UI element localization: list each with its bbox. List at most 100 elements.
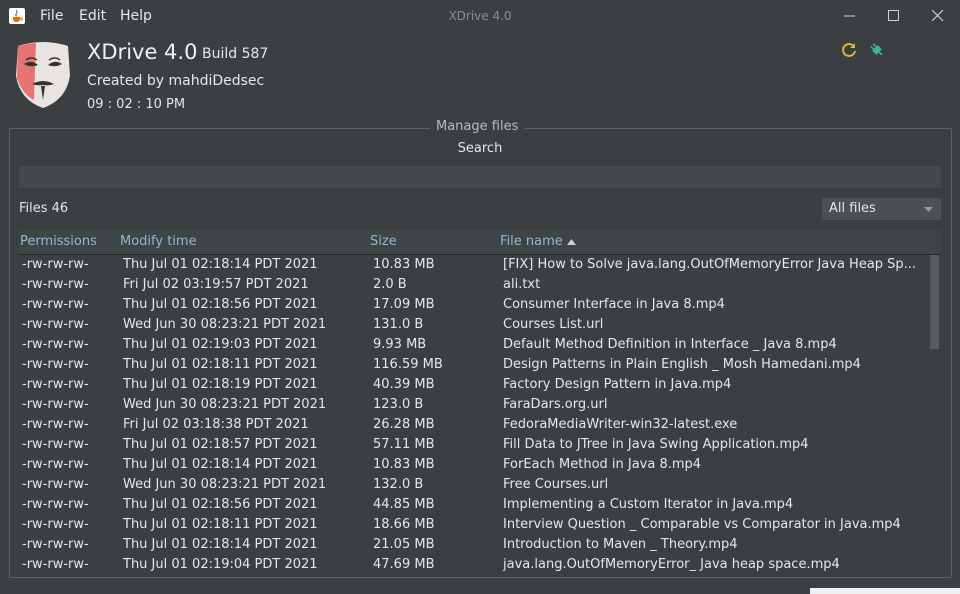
cell-permissions: -rw-rw-rw- <box>22 537 89 552</box>
cell-permissions: -rw-rw-rw- <box>22 357 89 372</box>
table-row[interactable]: -rw-rw-rw- Thu Jul 01 02:18:56 PDT 2021 17… <box>19 295 929 315</box>
vertical-scrollbar[interactable] <box>929 255 941 574</box>
window-edge <box>810 588 960 594</box>
cell-modify-time: Wed Jun 30 08:23:21 PDT 2021 <box>123 477 327 492</box>
cell-permissions: -rw-rw-rw- <box>22 457 89 472</box>
cell-modify-time: Fri Jul 02 03:18:38 PDT 2021 <box>123 417 309 432</box>
table-row[interactable]: -rw-rw-rw- Wed Jun 30 08:23:21 PDT 2021 12… <box>19 395 929 415</box>
cell-permissions: -rw-rw-rw- <box>22 257 89 272</box>
cell-permissions: -rw-rw-rw- <box>22 437 89 452</box>
cell-file-name: Interview Question _ Comparable vs Compa… <box>503 517 901 532</box>
table-row[interactable]: -rw-rw-rw- Thu Jul 01 02:18:57 PDT 2021 57… <box>19 435 929 455</box>
cell-size: 123.0 B <box>373 397 424 412</box>
cell-permissions: -rw-rw-rw- <box>22 417 89 432</box>
cell-modify-time: Thu Jul 01 02:18:56 PDT 2021 <box>123 297 318 312</box>
cell-file-name: Fill Data to JTree in Java Swing Applica… <box>503 437 809 452</box>
table-row[interactable]: -rw-rw-rw- Wed Jun 30 08:23:21 PDT 2021 13… <box>19 475 929 495</box>
cell-size: 116.59 MB <box>373 357 443 372</box>
cell-modify-time: Thu Jul 01 02:18:57 PDT 2021 <box>123 437 318 452</box>
column-file-name[interactable]: File name <box>500 234 576 249</box>
maximize-icon <box>888 10 899 21</box>
minimize-button[interactable] <box>828 0 872 32</box>
cell-permissions: -rw-rw-rw- <box>22 497 89 512</box>
cell-size: 40.39 MB <box>373 377 435 392</box>
cell-file-name: Free Courses.url <box>503 477 609 492</box>
cell-modify-time: Thu Jul 01 02:18:56 PDT 2021 <box>123 497 318 512</box>
table-row[interactable]: -rw-rw-rw- Thu Jul 01 02:19:03 PDT 2021 9.… <box>19 335 929 355</box>
cell-file-name: Introduction to Maven _ Theory.mp4 <box>503 537 738 552</box>
title-bar: File Edit Help XDrive 4.0 <box>0 0 960 32</box>
cell-permissions: -rw-rw-rw- <box>22 317 89 332</box>
file-filter-value: All files <box>829 201 876 216</box>
minimize-icon <box>844 15 855 17</box>
cell-permissions: -rw-rw-rw- <box>22 377 89 392</box>
column-size[interactable]: Size <box>370 234 397 249</box>
file-filter-dropdown[interactable]: All files <box>822 198 941 220</box>
table-row[interactable]: -rw-rw-rw- Fri Jul 02 03:18:38 PDT 2021 26… <box>19 415 929 435</box>
maximize-button[interactable] <box>872 0 916 32</box>
cell-file-name: Factory Design Pattern in Java.mp4 <box>503 377 732 392</box>
close-button[interactable] <box>916 0 960 32</box>
cell-modify-time: Fri Jul 02 03:19:57 PDT 2021 <box>123 277 309 292</box>
build-number: Build 587 <box>202 46 269 62</box>
cell-permissions: -rw-rw-rw- <box>22 397 89 412</box>
cell-permissions: -rw-rw-rw- <box>22 557 89 572</box>
cell-modify-time: Thu Jul 01 02:18:19 PDT 2021 <box>123 377 318 392</box>
cell-modify-time: Thu Jul 01 02:18:14 PDT 2021 <box>123 537 318 552</box>
search-input[interactable] <box>19 166 941 188</box>
table-row[interactable]: -rw-rw-rw- Thu Jul 01 02:18:19 PDT 2021 40… <box>19 375 929 395</box>
cell-size: 26.28 MB <box>373 417 435 432</box>
cell-file-name: FaraDars.org.url <box>503 397 608 412</box>
table-row[interactable]: -rw-rw-rw- Thu Jul 01 02:18:11 PDT 2021 11… <box>19 355 929 375</box>
window-title: XDrive 4.0 <box>448 9 512 23</box>
table-row[interactable]: -rw-rw-rw- Thu Jul 01 02:18:11 PDT 2021 18… <box>19 515 929 535</box>
sort-ascending-icon <box>566 239 576 245</box>
cell-modify-time: Thu Jul 01 02:19:04 PDT 2021 <box>123 557 318 572</box>
mask-logo-icon <box>16 42 70 108</box>
table-row[interactable]: -rw-rw-rw- Thu Jul 01 02:19:04 PDT 2021 47… <box>19 555 929 574</box>
cell-modify-time: Thu Jul 01 02:18:14 PDT 2021 <box>123 257 318 272</box>
table-row[interactable]: -rw-rw-rw- Wed Jun 30 08:23:21 PDT 2021 13… <box>19 315 929 335</box>
column-modify-time[interactable]: Modify time <box>120 234 197 249</box>
cell-size: 21.05 MB <box>373 537 435 552</box>
table-row[interactable]: -rw-rw-rw- Thu Jul 01 02:18:14 PDT 2021 21… <box>19 535 929 555</box>
cell-modify-time: Thu Jul 01 02:18:14 PDT 2021 <box>123 457 318 472</box>
search-label: Search <box>457 141 503 156</box>
plug-icon[interactable] <box>868 41 886 59</box>
cell-file-name: ForEach Method in Java 8.mp4 <box>503 457 702 472</box>
table-row[interactable]: -rw-rw-rw- Thu Jul 01 02:18:56 PDT 2021 44… <box>19 495 929 515</box>
column-permissions[interactable]: Permissions <box>20 234 97 249</box>
cell-size: 10.83 MB <box>373 257 435 272</box>
cell-file-name: Consumer Interface in Java 8.mp4 <box>503 297 725 312</box>
cell-size: 131.0 B <box>373 317 424 332</box>
cell-file-name: ali.txt <box>503 277 541 292</box>
created-by: Created by mahdiDedsec <box>87 73 265 89</box>
cell-size: 132.0 B <box>373 477 424 492</box>
cell-size: 18.66 MB <box>373 517 435 532</box>
table-header: Permissions Modify time Size File name <box>19 230 941 255</box>
panel-title: Manage files <box>430 119 525 134</box>
cell-file-name: Default Method Definition in Interface _… <box>503 337 837 352</box>
table-row[interactable]: -rw-rw-rw- Thu Jul 01 02:18:14 PDT 2021 10… <box>19 455 929 475</box>
cell-file-name: Courses List.url <box>503 317 604 332</box>
refresh-icon[interactable] <box>840 41 858 59</box>
table-row[interactable]: -rw-rw-rw- Thu Jul 01 02:18:14 PDT 2021 10… <box>19 255 929 275</box>
close-icon <box>932 10 944 22</box>
table-body: -rw-rw-rw- Thu Jul 01 02:18:14 PDT 2021 10… <box>19 255 929 574</box>
cell-modify-time: Wed Jun 30 08:23:21 PDT 2021 <box>123 397 327 412</box>
cell-modify-time: Thu Jul 01 02:19:03 PDT 2021 <box>123 337 318 352</box>
file-table: Permissions Modify time Size File name -… <box>19 230 941 574</box>
cell-size: 44.85 MB <box>373 497 435 512</box>
app-name: XDrive 4.0 <box>87 40 198 64</box>
cell-permissions: -rw-rw-rw- <box>22 477 89 492</box>
table-row[interactable]: -rw-rw-rw- Fri Jul 02 03:19:57 PDT 2021 2.… <box>19 275 929 295</box>
cell-size: 10.83 MB <box>373 457 435 472</box>
clock: 09 : 02 : 10 PM <box>87 97 186 112</box>
cell-permissions: -rw-rw-rw- <box>22 277 89 292</box>
scrollbar-thumb[interactable] <box>930 255 939 349</box>
cell-permissions: -rw-rw-rw- <box>22 337 89 352</box>
files-count: Files 46 <box>19 201 69 216</box>
cell-size: 9.93 MB <box>373 337 427 352</box>
cell-file-name: FedoraMediaWriter-win32-latest.exe <box>503 417 738 432</box>
cell-size: 2.0 B <box>373 277 407 292</box>
